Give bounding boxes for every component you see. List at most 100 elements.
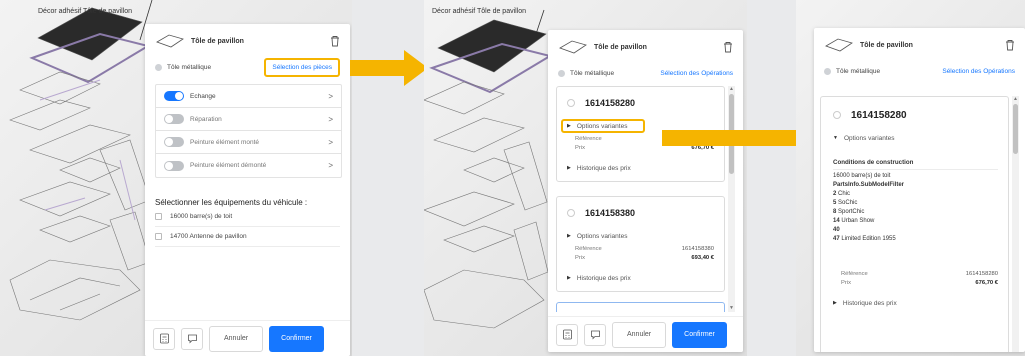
scroll-up-icon[interactable]: ▲ <box>1012 96 1019 103</box>
roof-panel-dialog: Tôle de pavillon Tôle métallique Sélecti… <box>145 24 350 356</box>
part-card-header: 1614158380 <box>567 205 714 221</box>
confirm-button[interactable]: Confirmer <box>672 321 727 348</box>
trash-icon[interactable] <box>723 41 733 53</box>
price-history-label: Historique des prix <box>842 299 897 307</box>
toggle-row-reparation[interactable]: Réparation > <box>156 108 341 131</box>
part-card[interactable]: 1614158380 ▶ Options variantes Référence… <box>556 196 725 292</box>
caret-right-icon: ▶ <box>567 275 571 281</box>
reference-label: Référence <box>575 136 602 142</box>
calculator-icon <box>562 329 572 340</box>
car-roof-icon <box>156 34 184 48</box>
submodel-code: 47 <box>833 236 840 242</box>
parts-sketch[interactable] <box>424 0 554 356</box>
caret-right-icon: ▶ <box>567 233 571 239</box>
price-history-toggle[interactable]: ▶ Historique des prix <box>833 296 998 310</box>
operations-selection-link[interactable]: Sélection des Opérations <box>942 68 1015 75</box>
panel-header: Tôle de pavillon <box>814 28 1025 62</box>
chevron-right-icon: > <box>328 161 333 170</box>
toggle-label: Peinture élément démonté <box>190 162 267 169</box>
part-radio[interactable] <box>833 111 841 119</box>
equipment-item-antenna[interactable]: 14700 Antenne de pavillon <box>155 227 340 247</box>
canvas-title: Décor adhésif Tôle de pavillon <box>432 8 527 15</box>
panel-footer: Annuler Confirmer <box>548 316 743 352</box>
mode-bar: Tôle métallique Sélection des pièces <box>145 57 350 77</box>
calculator-icon <box>159 333 169 344</box>
toggle-switch[interactable] <box>164 160 184 171</box>
toggle-switch[interactable] <box>164 91 184 101</box>
parts-list-scrollbar[interactable]: ▲ <box>1012 96 1019 352</box>
variant-options-toggle[interactable]: ▼ Options variantes <box>833 131 998 145</box>
equipment-title: Sélectionner les équipements du véhicule… <box>155 198 308 207</box>
submodel-code: 5 <box>833 200 837 206</box>
part-number: 1614158280 <box>585 98 636 108</box>
part-card-expanded[interactable]: 1614158280 ▼ Options variantes Condition… <box>820 96 1009 352</box>
price-history-toggle[interactable]: ▶ Historique des prix <box>567 161 714 175</box>
mode-label: Tôle métallique <box>570 69 615 77</box>
calculator-button[interactable] <box>556 323 578 346</box>
submodel-row: 2 Chic <box>833 191 998 197</box>
equipment-checkbox[interactable] <box>155 233 162 240</box>
equipment-item-roof-bars[interactable]: 16000 barre(s) de toit <box>155 207 340 227</box>
variant-options-label: Options variantes <box>576 122 628 130</box>
trash-icon[interactable] <box>330 35 340 47</box>
toggle-row-peinture-monte[interactable]: Peinture élément monté > <box>156 131 341 154</box>
cancel-button[interactable]: Annuler <box>209 325 264 352</box>
toggle-row-echange[interactable]: Echange > <box>156 85 341 108</box>
comment-button[interactable] <box>181 327 203 350</box>
submodel-row: 5 SoChic <box>833 200 998 206</box>
submodel-name: SportChic <box>838 209 865 215</box>
toggle-switch[interactable] <box>164 114 184 124</box>
scroll-down-icon[interactable]: ▼ <box>728 305 735 312</box>
submodel-code: 40 <box>833 227 840 233</box>
parts-list[interactable]: 1614158280 ▼ Options variantes Condition… <box>820 96 1019 352</box>
part-radio[interactable] <box>567 99 575 107</box>
variant-options-toggle[interactable]: ▶ Options variantes <box>561 119 645 133</box>
parts-sketch[interactable] <box>0 0 160 356</box>
variant-options-label: Options variantes <box>843 134 895 142</box>
trash-icon[interactable] <box>1005 39 1015 51</box>
price-history-label: Historique des prix <box>576 274 631 282</box>
price-value: 676,70 € <box>975 280 998 286</box>
build-conditions: Conditions de construction 16000 barre(s… <box>833 159 998 242</box>
step-2-screen: Décor adhésif Tôle de pavillon Tôle de p… <box>424 0 747 356</box>
caret-right-icon: ▶ <box>567 165 571 171</box>
variant-options-toggle[interactable]: ▶ Options variantes <box>567 229 714 243</box>
mode-radio[interactable] <box>155 63 162 71</box>
operation-toggles: Echange > Réparation > Peinture élément … <box>155 84 342 178</box>
step-1-screen: Décor adhésif Tôle de pavillon Tôle de p… <box>0 0 352 356</box>
cancel-button[interactable]: Annuler <box>612 321 667 348</box>
part-card-header: 1614158280 <box>567 95 714 111</box>
equipment-label: 16000 barre(s) de toit <box>170 213 233 220</box>
price-history-toggle[interactable]: ▶ Historique des prix <box>567 271 714 285</box>
equipment-checkbox[interactable] <box>155 213 162 220</box>
submodel-code: 8 <box>833 209 837 215</box>
part-card-next[interactable] <box>556 302 725 312</box>
submodel-name: Limited Edition 1955 <box>841 236 896 242</box>
reference-value: 1614158280 <box>965 271 998 277</box>
comment-button[interactable] <box>584 323 606 346</box>
toggle-row-peinture-demonte[interactable]: Peinture élément démonté > <box>156 154 341 177</box>
reference-label: Référence <box>575 246 602 252</box>
part-radio[interactable] <box>567 209 575 217</box>
calculator-button[interactable] <box>153 327 175 350</box>
submodel-code: 2 <box>833 191 837 197</box>
confirm-button[interactable]: Confirmer <box>269 325 324 352</box>
toggle-switch[interactable] <box>164 137 184 147</box>
submodel-name: Chic <box>838 191 851 197</box>
scrollbar-thumb[interactable] <box>1013 104 1018 154</box>
price-row: Prix 693,40 € <box>575 255 714 261</box>
mode-radio[interactable] <box>824 67 831 75</box>
mode-bar: Tôle métallique Sélection des Opérations <box>548 64 743 82</box>
caret-down-icon: ▼ <box>833 135 838 141</box>
submodel-code: 14 <box>833 218 840 224</box>
scroll-up-icon[interactable]: ▲ <box>728 86 735 93</box>
car-roof-icon <box>825 38 853 52</box>
mode-radio[interactable] <box>558 69 565 77</box>
car-roof-icon <box>559 40 587 54</box>
operations-selection-link[interactable]: Sélection des Opérations <box>660 70 733 77</box>
step-3-screen: Tôle de pavillon Tôle métallique Sélecti… <box>796 0 1025 356</box>
panel-title: Tôle de pavillon <box>191 37 244 45</box>
parts-selection-link[interactable]: Sélection des pièces <box>264 57 340 77</box>
comment-icon <box>187 334 197 344</box>
